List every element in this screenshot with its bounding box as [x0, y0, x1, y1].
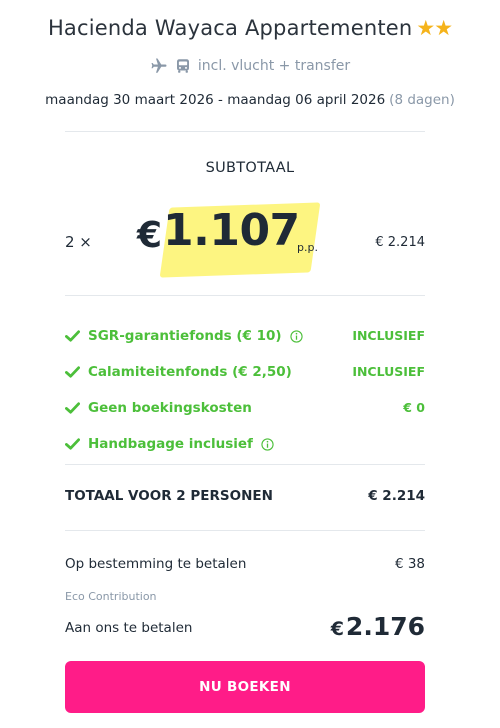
- divider: [65, 530, 425, 531]
- feature-hand-luggage: Handbagage inclusief: [65, 426, 425, 462]
- divider: [65, 131, 425, 132]
- info-icon[interactable]: [261, 437, 274, 451]
- included-features-list: SGR-garantiefonds (€ 10) INCLUSIEF Calam…: [65, 318, 425, 462]
- pay-label: Aan ons te betalen: [65, 620, 193, 636]
- destination-label: Op bestemming te betalen: [65, 556, 247, 572]
- traveler-quantity: 2 ×: [65, 233, 92, 251]
- pay-amount: €2.176: [331, 612, 425, 641]
- price-currency: €: [137, 215, 163, 256]
- check-icon: [65, 366, 80, 378]
- eco-contribution-label: Eco Contribution: [65, 590, 157, 603]
- price-row: 2 × € 1.107 p.p. € 2.214: [65, 195, 425, 285]
- transport-text: incl. vlucht + transfer: [197, 58, 351, 74]
- check-icon: [65, 330, 80, 342]
- book-now-button[interactable]: NU BOEKEN: [65, 661, 425, 713]
- price-per-person: 1.107: [163, 205, 300, 256]
- per-person-label: p.p.: [297, 241, 318, 254]
- trip-duration: (8 dagen): [389, 92, 455, 108]
- divider: [65, 295, 425, 296]
- transport-info: incl. vlucht + transfer: [0, 57, 500, 75]
- date-range: maandag 30 maart 2026 - maandag 06 april…: [45, 92, 386, 108]
- hotel-name: Hacienda Wayaca Appartementen: [47, 16, 413, 40]
- info-icon[interactable]: [289, 329, 303, 343]
- pay-value: 2.176: [345, 612, 425, 641]
- feature-label: Geen boekingskosten: [88, 400, 252, 416]
- feature-sgr-guarantee: SGR-garantiefonds (€ 10) INCLUSIEF: [65, 318, 425, 354]
- feature-value: INCLUSIEF: [352, 328, 425, 343]
- star-rating-icon: ★★: [416, 16, 453, 40]
- travel-dates: maandag 30 maart 2026 - maandag 06 april…: [0, 92, 500, 108]
- destination-value: € 38: [394, 556, 425, 572]
- total-row: TOTAAL VOOR 2 PERSONEN € 2.214: [65, 488, 425, 504]
- bus-icon: [176, 59, 189, 73]
- hotel-title: Hacienda Wayaca Appartementen ★★: [0, 16, 500, 40]
- feature-calamity-fund: Calamiteitenfonds (€ 2,50) INCLUSIEF: [65, 354, 425, 390]
- price-line-total: € 2.214: [375, 235, 425, 250]
- feature-label: SGR-garantiefonds (€ 10): [88, 328, 282, 344]
- pay-currency: €: [330, 618, 344, 640]
- feature-value: € 0: [403, 400, 425, 415]
- check-icon: [65, 438, 80, 450]
- feature-booking-costs: Geen boekingskosten € 0: [65, 390, 425, 426]
- total-label: TOTAAL VOOR 2 PERSONEN: [65, 488, 273, 504]
- destination-payment-row: Op bestemming te betalen € 38: [65, 556, 425, 572]
- feature-label: Handbagage inclusief: [88, 436, 253, 452]
- feature-value: INCLUSIEF: [352, 364, 425, 379]
- subtotal-heading: SUBTOTAAL: [205, 160, 295, 176]
- feature-label: Calamiteitenfonds (€ 2,50): [88, 364, 292, 380]
- pay-row: Aan ons te betalen €2.176: [65, 612, 425, 646]
- divider: [65, 464, 425, 465]
- total-value: € 2.214: [368, 488, 425, 504]
- check-icon: [65, 402, 80, 414]
- plane-icon: [151, 58, 167, 73]
